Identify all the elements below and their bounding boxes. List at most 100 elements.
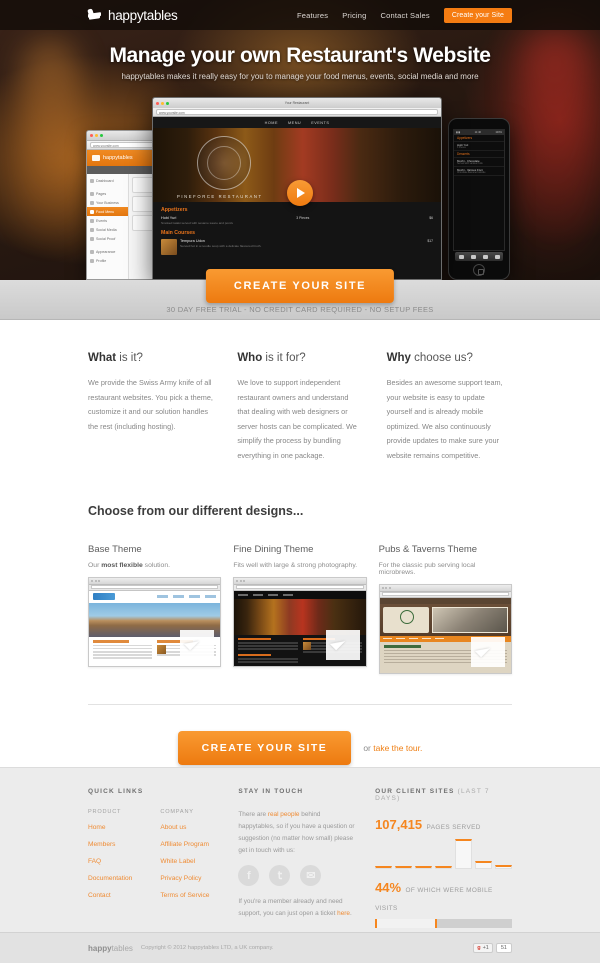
expand-icon[interactable] [325, 629, 360, 660]
pages-served-chart [375, 839, 512, 869]
happytables-logo-icon [87, 8, 103, 21]
footer-company-col: COMPANY About us Affiliate Program White… [160, 809, 209, 909]
menu-item-qty: 3 Pieces [296, 216, 310, 220]
footer-link-privacy[interactable]: Privacy Policy [160, 875, 209, 882]
open-ticket-link[interactable]: here [337, 910, 350, 917]
nav-links: Features Pricing Contact Sales Create yo… [297, 7, 512, 23]
hero-subtitle: happytables makes it really easy for you… [121, 72, 479, 81]
phone-screen: ▮▮▮ 11:46 100% Appetizers Hobi Yuri 3 Piece… [453, 129, 505, 251]
admin-menu-social-proof: Social Proof [87, 234, 128, 243]
restaurant-seal-icon [197, 136, 251, 190]
chart-bar [375, 866, 393, 869]
theme-thumbnail-base[interactable] [88, 576, 222, 667]
theme-fine-dining: Fine Dining Theme Fits well with large &… [233, 543, 367, 674]
site-main-courses-heading: Main Courses [161, 230, 196, 236]
mobile-visits-stat: 44% OF WHICH WERE MOBILE VISITS [375, 879, 512, 915]
nav-link-pricing[interactable]: Pricing [342, 11, 366, 20]
admin-menu-dashboard: Dashboard [87, 176, 128, 185]
info-column-what: What is it? We provide the Swiss Army kn… [88, 352, 213, 464]
pages-served-stat: 107,415 PAGES SERVED [375, 816, 512, 834]
admin-menu-business: Your Business [87, 198, 128, 207]
google-plus-widget: g +1 51 [473, 943, 512, 953]
info-column-who: Who is it for? We love to support indepe… [237, 352, 362, 464]
info-heading-what: What is it? [88, 352, 143, 364]
real-people-link[interactable]: real people [268, 811, 300, 818]
theme-thumbnail-pubs[interactable] [378, 583, 512, 674]
theme-thumbnail-fine-dining[interactable] [233, 576, 367, 667]
footer-touch-text: There are real people behind happytables… [238, 811, 355, 854]
create-your-site-button-secondary[interactable]: CREATE YOUR SITE [177, 730, 352, 765]
top-navigation: happytables Features Pricing Contact Sal… [0, 0, 600, 30]
hero-section: happytables Features Pricing Contact Sal… [0, 0, 600, 280]
footer-link-white-label[interactable]: White Label [160, 858, 209, 865]
site-nav-events: EVENTS [311, 120, 330, 125]
progress-marker [435, 919, 438, 928]
admin-logo-text: happytables [103, 155, 133, 161]
footer-link-faq[interactable]: FAQ [88, 858, 132, 865]
copyright-text: Copyright © 2012 happytables LTD, a UK c… [140, 945, 274, 951]
info-section: What is it? We provide the Swiss Army kn… [0, 320, 600, 674]
email-icon[interactable]: ✉ [300, 865, 322, 887]
site-nav-home: HOME [264, 120, 278, 125]
pages-served-number: 107,415 [375, 817, 423, 832]
bottom-logo: happytables [88, 943, 133, 953]
admin-menu-food-menu: Food Menu [87, 207, 128, 216]
nav-link-contact-sales[interactable]: Contact Sales [381, 11, 430, 20]
landing-page: happytables Features Pricing Contact Sal… [0, 0, 600, 963]
designs-heading: Choose from our different designs... [88, 503, 304, 518]
twitter-icon[interactable]: 𝗍 [269, 865, 291, 887]
social-icons: f 𝗍 ✉ [238, 865, 357, 887]
info-columns: What is it? We provide the Swiss Army kn… [88, 320, 512, 464]
admin-menu-pages: Pages [87, 189, 128, 198]
chart-bar [455, 839, 472, 869]
admin-sidebar: Dashboard Pages Your Business Food Menu … [87, 174, 129, 279]
create-your-site-button-primary[interactable]: CREATE YOUR SITE [205, 269, 395, 303]
chart-bar [435, 866, 452, 869]
hero-light-left [20, 40, 80, 240]
site-url-bar: www.yoursite.com [153, 108, 441, 117]
site-logo[interactable]: happytables [87, 7, 178, 23]
footer-link-about[interactable]: About us [160, 824, 209, 831]
menu-item-name: Hobi Yuri [161, 216, 177, 220]
theme-pubs-taverns: Pubs & Taverns Theme For the classic pub… [378, 544, 512, 674]
admin-logo-icon [92, 155, 100, 161]
hero-title: Manage your own Restaurant's Website [109, 44, 491, 67]
menu-item-price: $6 [429, 216, 433, 220]
theme-row: Base Theme Our most flexible solution. F… [88, 544, 512, 674]
mobile-visits-progress [375, 919, 512, 928]
theme-title-fine-dining: Fine Dining Theme [233, 543, 314, 555]
footer-link-terms[interactable]: Terms of Service [160, 892, 209, 899]
play-video-button[interactable] [287, 180, 313, 206]
site-nav-menu: MENU [288, 120, 302, 125]
footer-link-contact[interactable]: Contact [88, 892, 132, 899]
theme-desc-fine-dining: Fits well with large & strong photograph… [233, 561, 358, 569]
admin-menu-events: Events [87, 216, 128, 225]
footer-link-documentation[interactable]: Documentation [88, 875, 132, 882]
facebook-icon[interactable]: f [238, 865, 260, 887]
footer-product-title: PRODUCT [88, 809, 122, 815]
take-tour-text: or take the tour. [363, 742, 423, 753]
info-heading-who: Who is it for? [237, 352, 306, 364]
footer-link-members[interactable]: Members [88, 841, 132, 848]
nav-create-site-button[interactable]: Create your Site [443, 7, 512, 23]
chart-bar [415, 866, 433, 869]
info-body-who: We love to support independent restauran… [237, 378, 357, 460]
expand-icon[interactable] [180, 629, 215, 660]
info-heading-why: Why choose us? [386, 352, 473, 364]
expand-icon[interactable] [470, 636, 505, 667]
take-the-tour-link[interactable]: take the tour. [373, 743, 422, 753]
logo-text: happytables [108, 7, 178, 23]
footer-link-affiliate[interactable]: Affiliate Program [160, 841, 209, 848]
gplus-button[interactable]: g +1 [473, 943, 493, 953]
footer-company-title: COMPANY [160, 809, 194, 815]
trial-note: 30 DAY FREE TRIAL - NO CREDIT CARD REQUI… [166, 305, 434, 314]
nav-link-features[interactable]: Features [297, 11, 328, 20]
site-url-text: www.yoursite.com [156, 109, 438, 115]
cta-strip: CREATE YOUR SITE 30 DAY FREE TRIAL - NO … [0, 269, 600, 320]
footer-link-home[interactable]: Home [88, 824, 132, 831]
admin-menu-appearance: Appearance [87, 247, 128, 256]
admin-menu-profile: Profile [87, 256, 128, 265]
footer: QUICK LINKS PRODUCT Home Members FAQ Doc… [0, 767, 600, 963]
footer-support-text: If you're a member already and need supp… [238, 898, 352, 918]
admin-menu-social-media: Social Media [87, 225, 128, 234]
